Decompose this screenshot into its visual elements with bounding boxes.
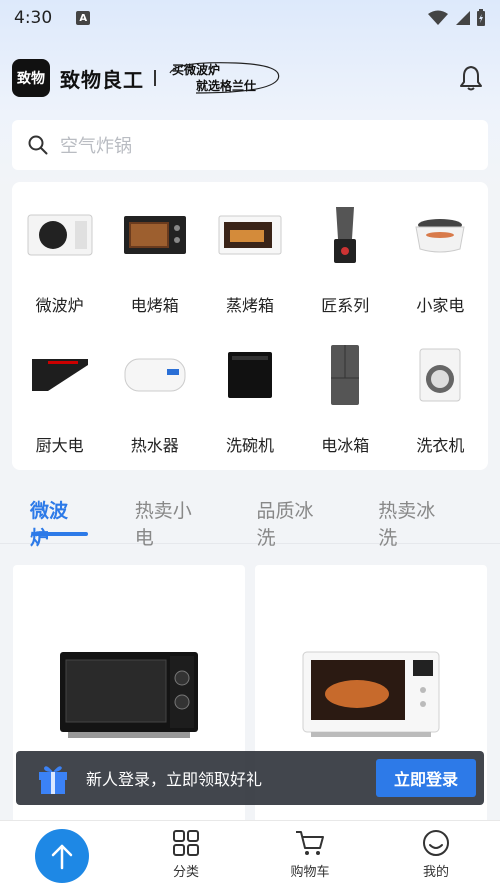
- category-fridge[interactable]: 电冰箱: [298, 326, 393, 466]
- dishwasher-image: [215, 340, 285, 410]
- nav-label: 我的: [422, 865, 449, 880]
- nav-label: 购物车: [290, 865, 330, 880]
- notification-a-icon: A: [76, 11, 91, 25]
- nav-label: 分类: [172, 865, 199, 880]
- brand-name: 致物良工: [60, 67, 144, 92]
- login-promo-text: 新人登录，立即领取好礼: [86, 770, 263, 789]
- signal-icon: [456, 11, 470, 25]
- category-dishwasher[interactable]: 洗碗机: [202, 326, 297, 466]
- category-label: 小家电: [416, 296, 465, 315]
- back-to-top-button[interactable]: [35, 829, 89, 883]
- oven-image: [120, 200, 190, 270]
- category-grid: 微波炉 电烤箱 蒸烤箱 匠系列 小家电 厨大电 热水器 洗碗机 电冰箱 洗衣机: [12, 182, 488, 470]
- tab-label: 热卖冰洗: [378, 500, 436, 549]
- category-label: 蒸烤箱: [225, 296, 274, 315]
- product-image: [60, 652, 198, 738]
- tab-hot-fridge-washer[interactable]: 热卖冰洗: [378, 484, 446, 550]
- category-washing-machine[interactable]: 洗衣机: [393, 326, 488, 466]
- blender-image: [310, 200, 380, 270]
- category-cooker[interactable]: 小家电: [393, 186, 488, 326]
- status-time: 4:30: [14, 8, 53, 28]
- app-header: 致物 致物良工 买微波炉 就选格兰仕: [12, 58, 488, 98]
- smile-icon: [423, 830, 449, 856]
- login-banner: 新人登录，立即领取好礼 立即登录: [16, 751, 484, 805]
- category-label: 电烤箱: [130, 296, 179, 315]
- fridge-image: [310, 340, 380, 410]
- tab-label: 热卖小电: [134, 500, 192, 549]
- tab-microwave[interactable]: 微波炉: [30, 484, 88, 550]
- nav-category[interactable]: 分类: [146, 829, 226, 880]
- tab-quality-fridge-washer[interactable]: 品质冰洗: [257, 484, 325, 550]
- login-button[interactable]: 立即登录: [376, 759, 476, 797]
- tab-hot-small-appliances[interactable]: 热卖小电: [135, 484, 203, 550]
- cart-icon: [296, 831, 324, 855]
- wifi-icon: [428, 10, 448, 25]
- steam-oven-image: [215, 200, 285, 270]
- tab-label: 品质冰洗: [256, 500, 314, 549]
- active-tab-indicator: [32, 532, 88, 536]
- bell-icon[interactable]: [460, 65, 482, 91]
- battery-icon: [477, 9, 485, 26]
- category-label: 厨大电: [35, 436, 84, 455]
- category-range-hood[interactable]: 厨大电: [12, 326, 107, 466]
- cooker-image: [405, 200, 475, 270]
- bottom-nav: 分类 购物车 我的: [0, 820, 500, 888]
- category-water-heater[interactable]: 热水器: [107, 326, 202, 466]
- brand-slogan: 买微波炉 就选格兰仕: [166, 59, 286, 97]
- microwave-image: [25, 200, 95, 270]
- brand-divider: [154, 70, 156, 86]
- arrow-up-icon: [51, 844, 73, 870]
- category-blender[interactable]: 匠系列: [298, 186, 393, 326]
- category-steam-oven[interactable]: 蒸烤箱: [202, 186, 297, 326]
- product-image: [302, 651, 440, 737]
- nav-me[interactable]: 我的: [396, 829, 476, 880]
- product-tabs: 微波炉 热卖小电 品质冰洗 热卖冰洗: [0, 484, 500, 549]
- category-label: 洗碗机: [225, 436, 274, 455]
- tab-label: 微波炉: [30, 500, 69, 549]
- range-hood-image: [25, 340, 95, 410]
- category-microwave[interactable]: 微波炉: [12, 186, 107, 326]
- status-bar: 4:30 A: [0, 0, 500, 36]
- washing-machine-image: [405, 340, 475, 410]
- category-label: 洗衣机: [416, 436, 465, 455]
- search-bar[interactable]: 空气炸锅: [12, 120, 488, 170]
- water-heater-image: [120, 340, 190, 410]
- gift-icon: [39, 766, 67, 794]
- slogan-line-2: 就选格兰仕: [196, 79, 257, 93]
- search-input[interactable]: 空气炸锅: [60, 132, 132, 158]
- nav-cart[interactable]: 购物车: [270, 829, 350, 880]
- grid-icon: [173, 830, 199, 856]
- category-label: 热水器: [130, 436, 179, 455]
- search-icon: [28, 135, 48, 155]
- brand-logo: 致物: [12, 59, 50, 97]
- category-label: 匠系列: [321, 296, 370, 315]
- category-oven[interactable]: 电烤箱: [107, 186, 202, 326]
- slogan-line-1: 买微波炉: [172, 63, 221, 77]
- category-label: 电冰箱: [321, 436, 370, 455]
- category-label: 微波炉: [35, 296, 84, 315]
- status-icons: [428, 9, 486, 27]
